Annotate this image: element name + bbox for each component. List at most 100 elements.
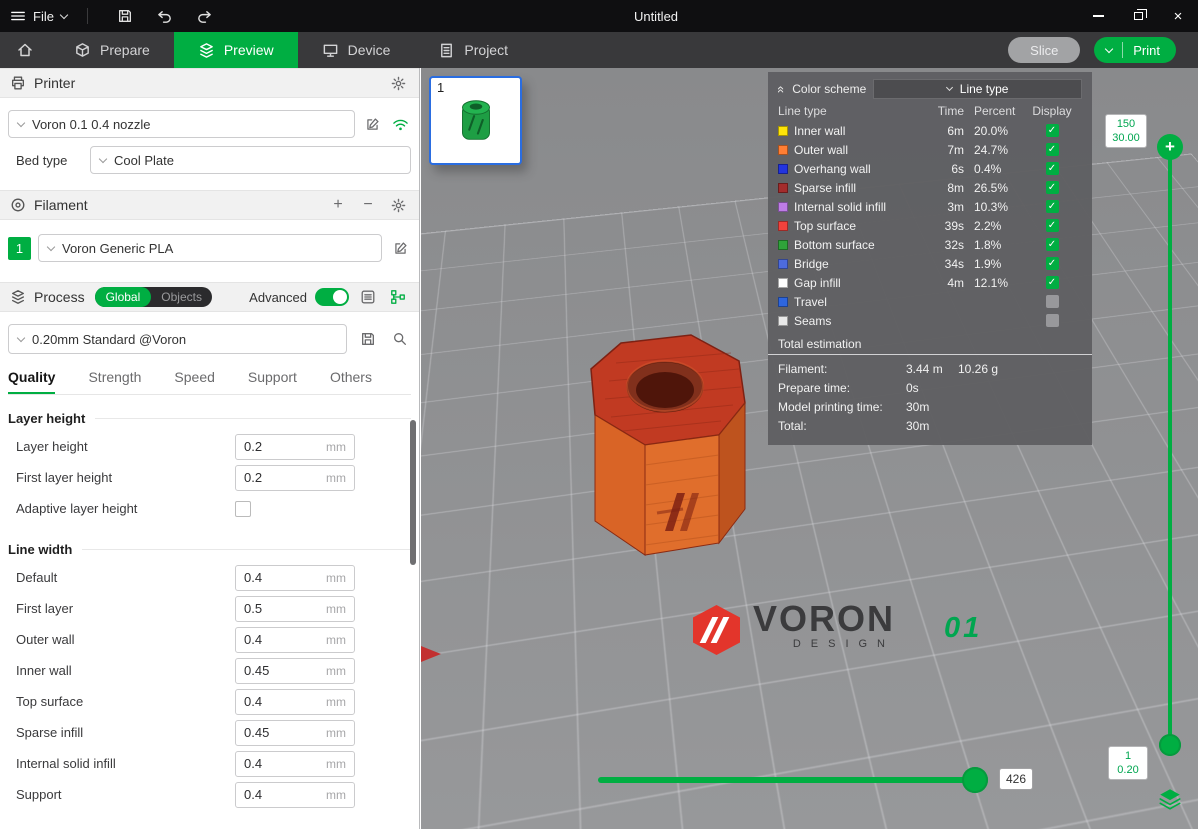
restore-button[interactable] bbox=[1118, 0, 1158, 32]
setting-label: Adaptive layer height bbox=[16, 501, 235, 516]
layer-height-input[interactable]: 0.2 mm bbox=[235, 434, 355, 460]
device-icon bbox=[322, 42, 339, 59]
setting-unit: mm bbox=[326, 440, 354, 454]
line-width-section-title: Line width bbox=[8, 540, 411, 558]
line-width-outer-wall-input[interactable]: 0.4 mm bbox=[235, 627, 355, 653]
minimize-button[interactable] bbox=[1078, 0, 1118, 32]
setting-row: Support 0.4 mm bbox=[0, 779, 419, 810]
line-width-sparse-infill-input[interactable]: 0.45 mm bbox=[235, 720, 355, 746]
printer-icon bbox=[10, 75, 26, 91]
layer-slider-track[interactable] bbox=[1168, 148, 1172, 745]
remove-filament-button[interactable]: − bbox=[357, 194, 379, 216]
tab-preview[interactable]: Preview bbox=[174, 32, 298, 68]
collapse-panel-icon[interactable]: « bbox=[774, 85, 789, 92]
display-checkbox[interactable] bbox=[1046, 238, 1059, 251]
parameter-list-button[interactable] bbox=[357, 286, 379, 308]
line-width-default-input[interactable]: 0.4 mm bbox=[235, 565, 355, 591]
tab-device[interactable]: Device bbox=[298, 32, 415, 68]
tab-home[interactable] bbox=[0, 32, 50, 68]
tab-project[interactable]: Project bbox=[414, 32, 532, 68]
display-checkbox[interactable] bbox=[1046, 276, 1059, 289]
save-preset-button[interactable] bbox=[357, 328, 379, 350]
scope-global-option[interactable]: Global bbox=[95, 287, 152, 307]
tab-support[interactable]: Support bbox=[248, 360, 297, 394]
voron-plate-logo: VORON DESIGN bbox=[693, 602, 895, 655]
setting-unit: mm bbox=[326, 726, 354, 740]
plate-logo-design: DESIGN bbox=[753, 638, 895, 650]
plate-logo-brand: VORON bbox=[753, 602, 895, 636]
tab-strength[interactable]: Strength bbox=[88, 360, 141, 394]
print-button-label: Print bbox=[1123, 43, 1176, 58]
line-type-legend-panel: « Color scheme Line type Line type Time … bbox=[768, 72, 1092, 445]
advanced-toggle[interactable] bbox=[315, 288, 349, 306]
layers-view-button[interactable] bbox=[1157, 786, 1183, 817]
tab-quality[interactable]: Quality bbox=[8, 360, 55, 394]
display-checkbox[interactable] bbox=[1046, 143, 1059, 156]
search-settings-button[interactable] bbox=[389, 328, 411, 350]
printer-preset-select[interactable]: Voron 0.1 0.4 nozzle bbox=[8, 110, 355, 138]
display-checkbox[interactable] bbox=[1046, 257, 1059, 270]
bed-type-select[interactable]: Cool Plate bbox=[90, 146, 411, 174]
line-type-time: 3m bbox=[922, 200, 964, 214]
add-filament-button[interactable]: + bbox=[327, 194, 349, 216]
layer-slider-top-handle[interactable]: + bbox=[1157, 134, 1183, 160]
undo-button[interactable] bbox=[148, 0, 182, 32]
settings-scrollbar[interactable] bbox=[410, 420, 416, 565]
display-checkbox[interactable] bbox=[1046, 219, 1059, 232]
plate-thumbnail[interactable]: 1 bbox=[429, 76, 522, 165]
minimize-icon bbox=[1093, 15, 1104, 17]
setting-value: 0.45 bbox=[236, 725, 326, 740]
redo-button[interactable] bbox=[188, 0, 222, 32]
filament-slot-badge[interactable]: 1 bbox=[8, 237, 31, 260]
line-type-color-swatch bbox=[778, 297, 788, 307]
tab-speed[interactable]: Speed bbox=[174, 360, 214, 394]
line-width-inner-wall-input[interactable]: 0.45 mm bbox=[235, 658, 355, 684]
printer-connection-button[interactable] bbox=[389, 113, 411, 135]
line-width-support-input[interactable]: 0.4 mm bbox=[235, 782, 355, 808]
display-checkbox[interactable] bbox=[1046, 181, 1059, 194]
setting-value: 0.2 bbox=[236, 470, 326, 485]
hamburger-icon bbox=[10, 8, 26, 24]
color-scheme-select[interactable]: Line type bbox=[873, 79, 1082, 99]
display-checkbox[interactable] bbox=[1046, 124, 1059, 137]
printer-edit-button[interactable] bbox=[361, 113, 383, 135]
setting-label: Layer height bbox=[16, 439, 235, 454]
tab-prepare[interactable]: Prepare bbox=[50, 32, 174, 68]
step-slider-track[interactable] bbox=[598, 777, 988, 783]
process-preset-select[interactable]: 0.20mm Standard @Voron bbox=[8, 324, 347, 354]
layer-slider-bottom-handle[interactable] bbox=[1159, 734, 1181, 756]
setting-value: 0.45 bbox=[236, 663, 326, 678]
filament-settings-button[interactable] bbox=[387, 194, 409, 216]
first-layer-height-input[interactable]: 0.2 mm bbox=[235, 465, 355, 491]
line-type-name: Internal solid infill bbox=[794, 200, 922, 214]
display-checkbox[interactable] bbox=[1046, 162, 1059, 175]
print-dropdown-chevron[interactable] bbox=[1094, 49, 1122, 52]
file-menu-button[interactable]: File bbox=[10, 8, 67, 24]
gear-icon bbox=[391, 198, 406, 213]
line-type-time: 6m bbox=[922, 124, 964, 138]
display-checkbox[interactable] bbox=[1046, 295, 1059, 308]
line-width-top-surface-input[interactable]: 0.4 mm bbox=[235, 689, 355, 715]
line-width-first-layer-input[interactable]: 0.5 mm bbox=[235, 596, 355, 622]
line-type-color-swatch bbox=[778, 183, 788, 193]
filament-preset-select[interactable]: Voron Generic PLA bbox=[38, 234, 382, 262]
adaptive-layer-height-checkbox[interactable] bbox=[235, 501, 251, 517]
tab-others[interactable]: Others bbox=[330, 360, 372, 394]
filament-edit-button[interactable] bbox=[389, 237, 411, 259]
close-button[interactable]: × bbox=[1158, 0, 1198, 32]
display-checkbox[interactable] bbox=[1046, 200, 1059, 213]
display-checkbox[interactable] bbox=[1046, 314, 1059, 327]
scope-objects-option[interactable]: Objects bbox=[151, 290, 212, 304]
legend-row: Internal solid infill 3m 10.3% bbox=[768, 197, 1092, 216]
step-slider-handle[interactable] bbox=[962, 767, 988, 793]
process-scope-toggle[interactable]: Global Objects bbox=[95, 287, 212, 307]
objects-tree-button[interactable] bbox=[387, 286, 409, 308]
print-button[interactable]: Print bbox=[1094, 37, 1176, 63]
restore-icon bbox=[1134, 12, 1143, 20]
preview-viewport[interactable]: 1 VORON DESIGN 01 « Color scheme bbox=[421, 68, 1198, 829]
line-width-internal-solid-input[interactable]: 0.4 mm bbox=[235, 751, 355, 777]
printer-settings-button[interactable] bbox=[387, 72, 409, 94]
slice-button[interactable]: Slice bbox=[1008, 37, 1080, 63]
setting-value: 0.5 bbox=[236, 601, 326, 616]
save-button[interactable] bbox=[108, 0, 142, 32]
